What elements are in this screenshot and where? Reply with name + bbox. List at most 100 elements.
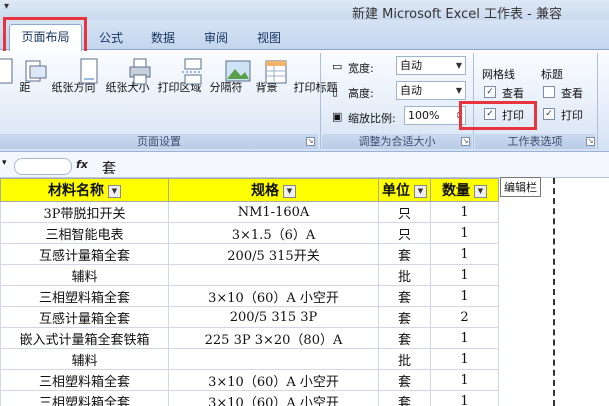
width-icon: ▭ — [332, 60, 343, 73]
table-cell[interactable]: 套 — [378, 285, 431, 307]
table-cell[interactable]: 三相塑料箱全套 — [0, 285, 169, 307]
formula-bar-tooltip: 编辑栏 — [500, 177, 541, 197]
headings-print-checkbox[interactable]: ✓ — [543, 108, 555, 120]
tab-review[interactable]: 审阅 — [204, 29, 228, 46]
table-cell[interactable]: 1 — [430, 390, 499, 406]
table-cell[interactable]: 互感计量箱全套 — [0, 243, 169, 265]
table-cell[interactable] — [168, 264, 379, 286]
tab-data[interactable]: 数据 — [151, 29, 175, 46]
table-cell[interactable]: 1 — [430, 285, 499, 307]
background-image-icon — [225, 60, 251, 82]
table-cell[interactable]: 三相塑料箱全套 — [0, 369, 169, 391]
sheet-options-launcher-icon[interactable]: ↘ — [586, 137, 595, 146]
table-cell[interactable]: 3×10（60）A 小空开 — [168, 390, 379, 406]
scale-label: 缩放比例: — [348, 112, 396, 125]
filter-dropdown-icon[interactable]: ▼ — [414, 184, 427, 198]
filter-dropdown-icon[interactable]: ▼ — [108, 184, 121, 198]
header-cell[interactable]: 单位 ▼ — [378, 178, 431, 202]
table-cell[interactable]: 互感计量箱全套 — [0, 306, 169, 328]
formula-input[interactable]: 套 — [102, 158, 116, 178]
table-cell[interactable]: 批 — [378, 264, 431, 286]
table-cell[interactable]: 辅料 — [0, 264, 169, 286]
table-cell[interactable]: 套 — [378, 390, 431, 406]
printer-icon — [129, 58, 151, 85]
table-cell[interactable]: 三相智能电表 — [0, 222, 169, 244]
table-cell[interactable]: 三相塑料箱全套 — [0, 390, 169, 406]
table-row: 互感计量箱全套 200/5 315开关 套 1 — [0, 243, 499, 265]
page-setup-launcher-icon[interactable]: ↘ — [306, 137, 315, 146]
chevron-down-icon: ▼ — [455, 61, 462, 70]
table-cell[interactable]: 套 — [378, 306, 431, 328]
data-table: 材料名称 ▼ 规格 ▼ 单位 ▼ 数量 ▼ 3P带脱扣开关 NM1-160A 只 1 三… — [0, 178, 499, 406]
table-cell[interactable]: 3×1.5（6）A — [168, 222, 379, 244]
header-cell[interactable]: 数量 ▼ — [430, 178, 499, 202]
table-row: 辅料 批 1 — [0, 264, 499, 286]
filter-dropdown-icon[interactable]: ▼ — [283, 184, 296, 198]
table-cell[interactable]: 1 — [430, 369, 499, 391]
table-cell[interactable]: 1 — [430, 348, 499, 370]
width-value: 自动 — [400, 59, 422, 72]
table-cell[interactable]: 3×10（60）A 小空开 — [168, 285, 379, 307]
scale-launcher-icon[interactable]: ↘ — [461, 137, 470, 146]
ribbon-tab-row — [0, 20, 609, 50]
height-label: 高度: — [348, 87, 374, 100]
table-cell[interactable]: 3P带脱扣开关 — [0, 201, 169, 223]
header-cell[interactable]: 材料名称 ▼ — [0, 178, 169, 202]
header-unit-label: 单位 — [382, 183, 410, 199]
table-cell[interactable]: 225 3P 3×20（80）A — [168, 327, 379, 349]
table-cell[interactable]: 批 — [378, 348, 431, 370]
name-box[interactable] — [14, 158, 72, 175]
margins-icon — [0, 58, 13, 84]
table-row: 互感计量箱全套 200/5 315 3P 套 2 — [0, 306, 499, 328]
page-setup-group-label: 页面设置 — [0, 134, 318, 149]
scale-input[interactable]: 100% ⇕ — [404, 106, 466, 125]
table-cell[interactable] — [168, 348, 379, 370]
table-cell[interactable]: 1 — [430, 264, 499, 286]
header-cell[interactable]: 规格 ▼ — [168, 178, 379, 202]
chevron-down-icon: ▼ — [455, 86, 462, 95]
table-cell[interactable]: 1 — [430, 201, 499, 223]
size-button[interactable]: 纸张大小 — [74, 57, 150, 95]
width-label: 宽度: — [348, 62, 374, 75]
namebox-dropdown-icon[interactable]: ▾ — [2, 158, 7, 168]
table-cell[interactable]: NM1-160A — [168, 201, 379, 223]
table-row: 3P带脱扣开关 NM1-160A 只 1 — [0, 201, 499, 223]
tab-formulas[interactable]: 公式 — [99, 29, 123, 46]
print-titles-label: 打印标题 — [293, 81, 338, 94]
table-cell[interactable]: 只 — [378, 201, 431, 223]
background-button[interactable]: 背景 — [224, 57, 278, 95]
table-cell[interactable]: 3×10（60）A 小空开 — [168, 369, 379, 391]
gridlines-view-checkbox[interactable]: ✓ — [484, 86, 496, 98]
orientation-icon — [25, 60, 47, 82]
table-cell[interactable]: 200/5 315 3P — [168, 306, 379, 328]
table-cell[interactable]: 套 — [378, 327, 431, 349]
breaks-button[interactable]: 分隔符 — [178, 57, 243, 95]
page-break-line — [553, 178, 555, 406]
table-row: 辅料 批 1 — [0, 348, 499, 370]
width-select[interactable]: 自动 ▼ — [396, 56, 466, 75]
table-cell[interactable]: 1 — [430, 243, 499, 265]
table-cell[interactable]: 套 — [378, 243, 431, 265]
orientation-button[interactable]: 纸张方向 — [20, 57, 96, 95]
group-separator — [597, 53, 598, 149]
table-cell[interactable]: 只 — [378, 222, 431, 244]
table-cell[interactable]: 嵌入式计量箱全套铁箱 — [0, 327, 169, 349]
quick-access-arrow-icon[interactable]: ▾ — [4, 1, 9, 12]
margins-button[interactable]: 距 — [0, 57, 31, 95]
header-row: 材料名称 ▼ 规格 ▼ 单位 ▼ 数量 ▼ — [0, 178, 499, 202]
table-cell[interactable]: 1 — [430, 327, 499, 349]
table-cell[interactable]: 2 — [430, 306, 499, 328]
table-cell[interactable]: 200/5 315开关 — [168, 243, 379, 265]
table-cell[interactable]: 辅料 — [0, 348, 169, 370]
breaks-icon — [182, 58, 202, 85]
print-area-button[interactable]: 打印区域 — [126, 57, 202, 95]
table-cell[interactable]: 1 — [430, 222, 499, 244]
tab-view[interactable]: 视图 — [257, 29, 281, 46]
height-select[interactable]: 自动 ▼ — [396, 81, 466, 100]
filter-dropdown-icon[interactable]: ▼ — [474, 184, 487, 198]
insert-function-icon[interactable]: fx — [76, 158, 88, 171]
print-titles-button[interactable]: 打印标题 — [262, 57, 338, 95]
table-cell[interactable]: 套 — [378, 369, 431, 391]
paper-size-icon — [80, 58, 98, 84]
headings-view-checkbox[interactable] — [543, 86, 555, 98]
